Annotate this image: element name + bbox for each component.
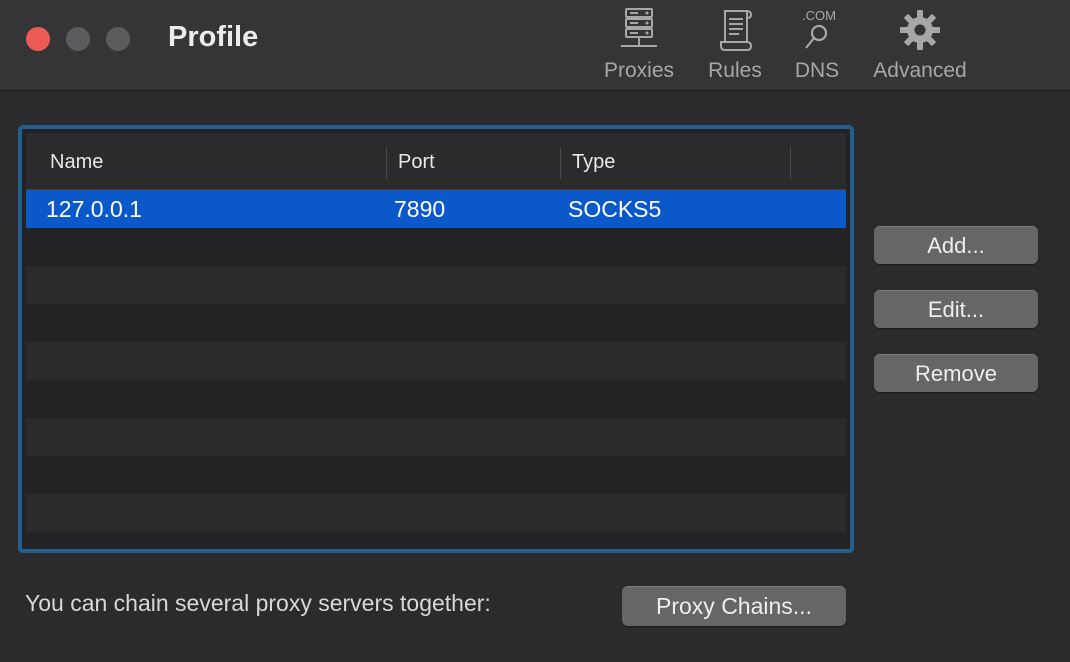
scroll-icon	[717, 6, 753, 52]
toolbar-dns-label: DNS	[794, 59, 840, 82]
proxy-chains-button[interactable]: Proxy Chains...	[622, 586, 846, 626]
empty-row	[26, 494, 846, 532]
remove-button[interactable]: Remove	[874, 354, 1038, 392]
toolbar-rules-label: Rules	[708, 59, 762, 82]
window-title: Profile	[168, 21, 259, 53]
empty-row	[26, 228, 846, 266]
table-row[interactable]: 127.0.0.1 7890 SOCKS5	[26, 190, 846, 228]
maximize-window-button[interactable]	[106, 27, 130, 51]
toolbar-proxies[interactable]: Proxies	[598, 6, 680, 86]
edit-button[interactable]: Edit...	[874, 290, 1038, 328]
toolbar-advanced[interactable]: Advanced	[864, 6, 976, 86]
toolbar-proxies-label: Proxies	[603, 59, 675, 82]
gear-icon	[898, 6, 942, 52]
dns-icon-text: .COM	[802, 8, 836, 23]
title-bar: Profile Proxies Rules .COM DNS Advanced	[0, 0, 1070, 91]
column-header-type[interactable]: Type	[572, 151, 615, 174]
empty-row	[26, 418, 846, 456]
add-button[interactable]: Add...	[874, 226, 1038, 264]
column-divider[interactable]	[386, 147, 387, 179]
cell-port: 7890	[394, 196, 446, 222]
table-body: 127.0.0.1 7890 SOCKS5	[26, 190, 846, 549]
column-divider[interactable]	[560, 147, 561, 179]
empty-row	[26, 532, 846, 549]
toolbar-advanced-label: Advanced	[873, 59, 967, 82]
column-header-port[interactable]: Port	[398, 151, 435, 174]
empty-row	[26, 342, 846, 380]
toolbar-dns[interactable]: .COM DNS	[786, 6, 848, 86]
empty-row	[26, 380, 846, 418]
table-header: Name Port Type	[26, 133, 846, 190]
toolbar-rules[interactable]: Rules	[700, 6, 770, 86]
minimize-window-button[interactable]	[66, 27, 90, 51]
dns-magnifier-icon: .COM	[795, 6, 839, 52]
cell-name: 127.0.0.1	[46, 196, 142, 222]
server-icon	[619, 6, 659, 52]
cell-type: SOCKS5	[568, 196, 662, 222]
empty-row	[26, 266, 846, 304]
chain-hint-text: You can chain several proxy servers toge…	[25, 590, 491, 616]
proxy-table[interactable]: Name Port Type 127.0.0.1 7890 SOCKS5	[18, 125, 854, 553]
empty-row	[26, 304, 846, 342]
column-header-name[interactable]: Name	[50, 151, 103, 174]
empty-row	[26, 456, 846, 494]
column-divider[interactable]	[790, 147, 791, 179]
close-window-button[interactable]	[26, 27, 50, 51]
